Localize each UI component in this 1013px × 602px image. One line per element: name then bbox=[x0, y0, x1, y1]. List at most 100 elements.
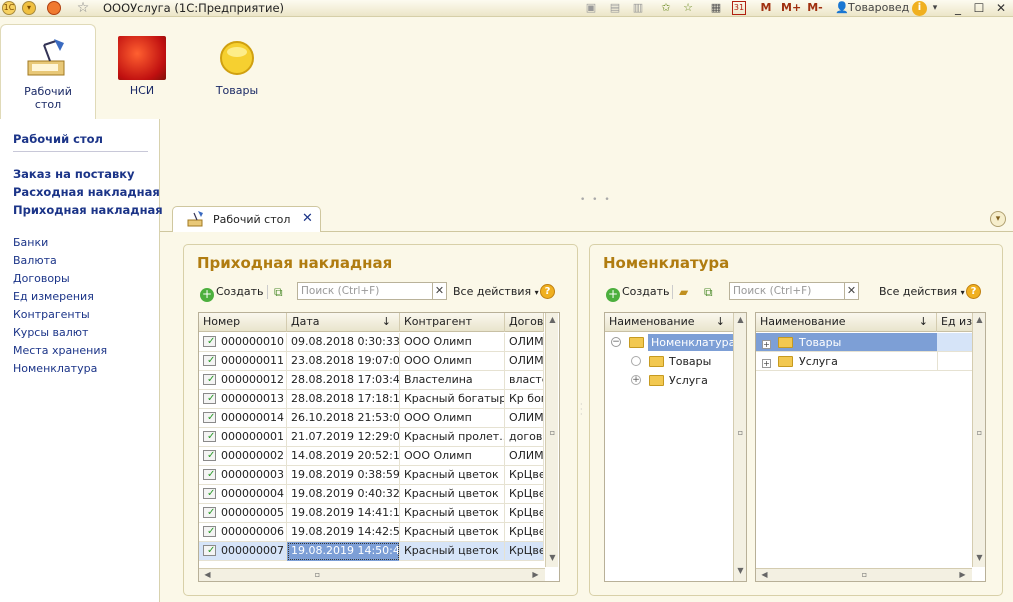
col-number[interactable]: Номер bbox=[199, 313, 287, 332]
incoming-search-input[interactable]: Поиск (Ctrl+F) ✕ bbox=[297, 282, 447, 300]
nomenclature-create-button[interactable]: + Создать bbox=[606, 283, 670, 302]
incoming-all-actions[interactable]: Все действия ▾ bbox=[453, 283, 539, 301]
scroll-thumb-icon[interactable]: ▫ bbox=[734, 428, 747, 437]
col-date[interactable]: Дата ↓ bbox=[287, 313, 400, 332]
nav-item-order[interactable]: Заказ на поставку bbox=[13, 167, 135, 181]
splitter-handle[interactable]: • • • bbox=[580, 195, 612, 205]
expand-icon[interactable]: + bbox=[762, 337, 775, 350]
nav-item-incoming[interactable]: Приходная накладная bbox=[13, 203, 163, 217]
info-icon[interactable]: i bbox=[912, 1, 927, 16]
clear-icon[interactable]: ✕ bbox=[432, 283, 446, 299]
help-icon[interactable]: ? bbox=[966, 284, 981, 299]
expand-icon[interactable]: + bbox=[631, 375, 641, 385]
tree-node-goods[interactable]: Товары bbox=[605, 352, 733, 371]
table-row[interactable]: 000000003 19.08.2019 0:38:59 Красный цвето… bbox=[199, 466, 544, 485]
col-contract[interactable]: Догово bbox=[505, 313, 544, 332]
vertical-scrollbar[interactable]: ▲ ▫ ▼ bbox=[733, 313, 746, 581]
nav-item-currency[interactable]: Валюта bbox=[13, 254, 57, 267]
list-row-goods[interactable]: + Товары bbox=[756, 333, 937, 352]
copy-icon[interactable]: ⧉ bbox=[274, 283, 290, 301]
memory-m-button[interactable]: M bbox=[760, 1, 772, 15]
user-name[interactable]: Товаровед bbox=[848, 1, 909, 15]
nav-item-storage[interactable]: Места хранения bbox=[13, 344, 107, 357]
table-row[interactable]: 000000002 14.08.2019 20:52:16 ООО Олимп ОЛИ… bbox=[199, 447, 544, 466]
hscroll-thumb-icon[interactable]: ▫ bbox=[858, 570, 871, 579]
clear-icon[interactable]: ✕ bbox=[844, 283, 858, 299]
favorites-icon[interactable]: ☆ bbox=[681, 1, 695, 15]
nav-item-rates[interactable]: Курсы валют bbox=[13, 326, 88, 339]
table-row[interactable]: 000000012 28.08.2018 17:03:45 Властелина вл… bbox=[199, 371, 544, 390]
scroll-left-icon[interactable]: ◀ bbox=[758, 570, 771, 579]
nav-item-counterparties[interactable]: Контрагенты bbox=[13, 308, 90, 321]
chevron-down-icon[interactable]: ▾ bbox=[930, 1, 940, 15]
maximize-button[interactable]: ☐ bbox=[967, 0, 991, 16]
add-folder-icon[interactable]: ▰ bbox=[679, 283, 695, 301]
nav-item-contracts[interactable]: Договоры bbox=[13, 272, 70, 285]
list-row-service[interactable]: + Услуга bbox=[756, 352, 972, 371]
main-menu-icon[interactable]: ▾ bbox=[22, 1, 36, 15]
tab-desktop[interactable]: Рабочий стол ✕ bbox=[172, 206, 321, 232]
section-desktop[interactable]: Рабочий стол bbox=[0, 24, 96, 124]
close-icon[interactable]: ✕ bbox=[302, 211, 313, 226]
scroll-down-icon[interactable]: ▼ bbox=[734, 566, 747, 575]
copy-icon[interactable]: ⧉ bbox=[704, 283, 720, 301]
splitter-handle-middle[interactable]: · · · bbox=[580, 401, 583, 419]
horizontal-scrollbar[interactable]: ◀ ▫ ▶ bbox=[199, 568, 545, 581]
calendar-icon[interactable]: 31 bbox=[732, 1, 746, 15]
col-name[interactable]: Наименование ↓ bbox=[756, 313, 937, 332]
app-logo-icon[interactable]: 1C bbox=[2, 1, 16, 15]
table-row[interactable]: 000000001 21.07.2019 12:29:01 Красный прол… bbox=[199, 428, 544, 447]
scroll-left-icon[interactable]: ◀ bbox=[201, 570, 214, 579]
collapse-icon[interactable]: − bbox=[611, 337, 621, 347]
col-counterparty[interactable]: Контрагент bbox=[400, 313, 505, 332]
nav-item-nomenclature[interactable]: Номенклатура bbox=[13, 362, 97, 375]
horizontal-scrollbar[interactable]: ◀ ▫ ▶ bbox=[756, 568, 972, 581]
table-row[interactable]: 000000006 19.08.2019 14:42:57 Красный цвет… bbox=[199, 523, 544, 542]
memory-mplus-button[interactable]: M+ bbox=[781, 1, 801, 15]
table-row[interactable]: 000000004 19.08.2019 0:40:32 Красный цвето… bbox=[199, 485, 544, 504]
memory-mminus-button[interactable]: M- bbox=[805, 1, 825, 15]
tree-node-root[interactable]: − Номенклатура bbox=[605, 333, 739, 352]
expand-icon[interactable]: + bbox=[762, 356, 775, 369]
hscroll-thumb-icon[interactable]: ▫ bbox=[311, 570, 324, 579]
nomenclature-all-actions[interactable]: Все действия ▾ bbox=[879, 283, 965, 301]
section-nsi[interactable]: НСИ bbox=[108, 36, 176, 97]
section-goods[interactable]: Товары bbox=[203, 36, 271, 97]
help-icon[interactable]: ? bbox=[540, 284, 555, 299]
col-name[interactable]: Наименование ↓ bbox=[605, 313, 733, 332]
close-button[interactable]: ✕ bbox=[989, 0, 1013, 16]
table-row[interactable]: 000000007 19.08.2019 14:50:48 Красный цвет… bbox=[199, 542, 544, 561]
table-row[interactable]: 000000013 28.08.2018 17:18:17 Красный бога… bbox=[199, 390, 544, 409]
tree-node-service[interactable]: + Услуга bbox=[605, 371, 733, 390]
nav-header[interactable]: Рабочий стол bbox=[13, 132, 103, 146]
calculator-icon[interactable]: ▦ bbox=[710, 1, 722, 15]
nav-item-outgoing[interactable]: Расходная накладная bbox=[13, 185, 160, 199]
table-row[interactable]: 000000005 19.08.2019 14:41:17 Красный цвет… bbox=[199, 504, 544, 523]
tabs-dropdown-icon[interactable]: ▾ bbox=[990, 211, 1006, 227]
favorites-add-icon[interactable]: ✩ bbox=[659, 1, 673, 15]
orange-circle-icon[interactable] bbox=[47, 1, 61, 15]
table-row[interactable]: 000000014 26.10.2018 21:53:04 ООО Олимп ОЛИ… bbox=[199, 409, 544, 428]
scroll-right-icon[interactable]: ▶ bbox=[529, 570, 542, 579]
scroll-right-icon[interactable]: ▶ bbox=[956, 570, 969, 579]
scroll-up-icon[interactable]: ▲ bbox=[546, 315, 559, 324]
scroll-thumb-icon[interactable]: ▫ bbox=[973, 428, 986, 437]
preview-icon[interactable]: ▥ bbox=[631, 1, 645, 15]
star-icon[interactable]: ☆ bbox=[75, 1, 91, 15]
scroll-thumb-icon[interactable]: ▫ bbox=[546, 428, 559, 437]
table-row[interactable]: 000000011 23.08.2018 19:07:06 ООО Олимп ОЛИ… bbox=[199, 352, 544, 371]
col-unit[interactable]: Ед из bbox=[937, 313, 972, 332]
vertical-scrollbar[interactable]: ▲ ▫ ▼ bbox=[545, 313, 558, 567]
table-row[interactable]: 000000010 09.08.2018 0:30:33 ООО Олимп ОЛИМ bbox=[199, 333, 544, 352]
scroll-up-icon[interactable]: ▲ bbox=[973, 315, 986, 324]
vertical-scrollbar[interactable]: ▲ ▫ ▼ bbox=[972, 313, 985, 567]
nav-item-banks[interactable]: Банки bbox=[13, 236, 48, 249]
nav-item-units[interactable]: Ед измерения bbox=[13, 290, 94, 303]
scroll-down-icon[interactable]: ▼ bbox=[546, 553, 559, 562]
nomenclature-search-input[interactable]: Поиск (Ctrl+F) ✕ bbox=[729, 282, 859, 300]
scroll-up-icon[interactable]: ▲ bbox=[734, 315, 747, 324]
incoming-create-button[interactable]: + Создать bbox=[200, 283, 264, 302]
print-icon[interactable]: ▤ bbox=[608, 1, 622, 15]
scroll-down-icon[interactable]: ▼ bbox=[973, 553, 986, 562]
save-icon[interactable]: ▣ bbox=[584, 1, 598, 15]
